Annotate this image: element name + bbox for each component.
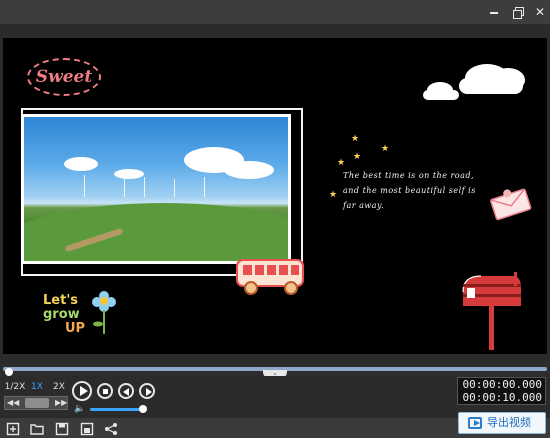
quote-text: The best time is on the road, and the mo…: [343, 171, 476, 210]
previous-frame-button[interactable]: [118, 383, 134, 399]
forward-arrow-icon[interactable]: ▶▶: [55, 397, 67, 409]
video-preview[interactable]: Sweet ★ ★ ★ ★ ★ The best time is on the …: [3, 38, 547, 354]
bus-sticker: [236, 259, 304, 295]
progress-handle[interactable]: [5, 368, 13, 376]
volume-handle[interactable]: [139, 405, 147, 413]
save-icon[interactable]: [55, 421, 69, 436]
save-as-icon[interactable]: [80, 421, 94, 436]
close-icon[interactable]: ✕: [532, 4, 548, 20]
speed-half[interactable]: 1/2X: [4, 380, 26, 394]
rewind-arrow-icon[interactable]: ◀◀: [7, 397, 19, 409]
minimize-icon[interactable]: [486, 4, 502, 20]
preview-panel: Sweet ★ ★ ★ ★ ★ The best time is on the …: [0, 24, 550, 364]
speed-slider-thumb[interactable]: [25, 398, 49, 408]
export-label: 导出视频: [487, 416, 531, 429]
timeline-bar: ⌄: [0, 364, 550, 378]
new-project-icon[interactable]: [6, 421, 20, 436]
sweet-badge: Sweet: [27, 58, 101, 96]
share-icon[interactable]: [104, 421, 118, 435]
envelope-sticker: [490, 188, 532, 221]
speed-selector: 1/2X 1X 2X: [4, 380, 70, 394]
stop-button[interactable]: [97, 383, 113, 399]
title-bar: ✕: [0, 0, 550, 24]
play-button[interactable]: [72, 381, 92, 401]
flower-icon: [92, 291, 116, 334]
open-folder-icon[interactable]: [30, 421, 44, 435]
next-frame-button[interactable]: [139, 383, 155, 399]
export-icon: [468, 417, 482, 429]
volume-slider[interactable]: [90, 408, 144, 411]
current-time: 00:00:00.000: [462, 378, 542, 391]
mailbox-sticker: [462, 272, 521, 350]
time-display: 00:00:00.000 00:00:10.000: [457, 377, 546, 405]
speed-slider[interactable]: ◀◀ ▶▶: [4, 396, 68, 410]
volume-icon[interactable]: 🔈: [74, 404, 86, 414]
landscape-photo: [21, 114, 291, 264]
speed-1x[interactable]: 1X: [26, 380, 48, 394]
speed-2x[interactable]: 2X: [48, 380, 70, 394]
total-time: 00:00:10.000: [462, 391, 542, 404]
export-video-button[interactable]: 导出视频: [458, 412, 546, 434]
restore-icon[interactable]: [510, 4, 526, 20]
